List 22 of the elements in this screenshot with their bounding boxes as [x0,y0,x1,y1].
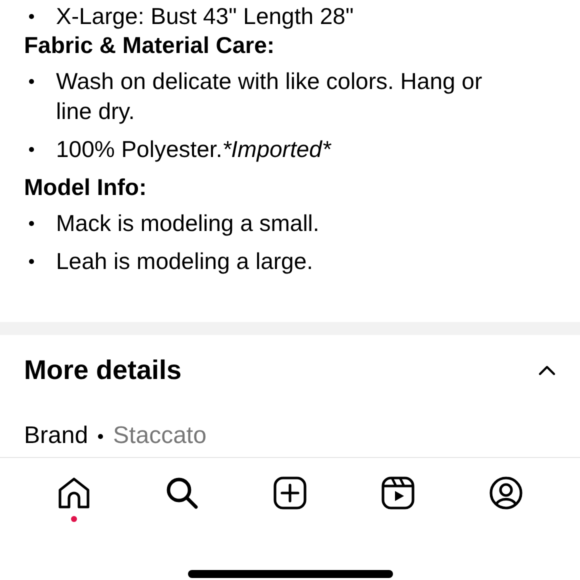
bullet-icon [29,147,34,152]
detail-label: Brand [24,422,88,450]
profile-icon[interactable] [489,476,523,510]
bullet-icon [29,79,34,84]
separator-dot-icon [98,434,104,438]
bullet-text: Leah is modeling a large. [56,247,314,276]
bullet-text: 100% Polyester.*Imported* [56,135,332,164]
bullet-text: X-Large: Bust 43" Length 28" [56,4,355,28]
chevron-icon[interactable] [538,364,556,376]
bullet-icon [29,221,34,226]
section-heading: Model Info: [24,173,148,202]
add-icon[interactable] [273,476,307,510]
home-icon[interactable] [57,476,91,510]
section-title: More details [24,354,182,386]
video-icon[interactable] [381,476,415,510]
detail-value: Staccato [113,422,206,450]
search-icon[interactable] [165,476,199,510]
section-heading: Fabric & Material Care: [24,31,276,60]
bullet-text: Mack is modeling a small. [56,209,320,238]
bullet-icon [29,14,34,19]
bullet-icon [29,259,34,264]
bullet-text: Wash on delicate with like colors. Hang or line dry. [56,67,484,126]
